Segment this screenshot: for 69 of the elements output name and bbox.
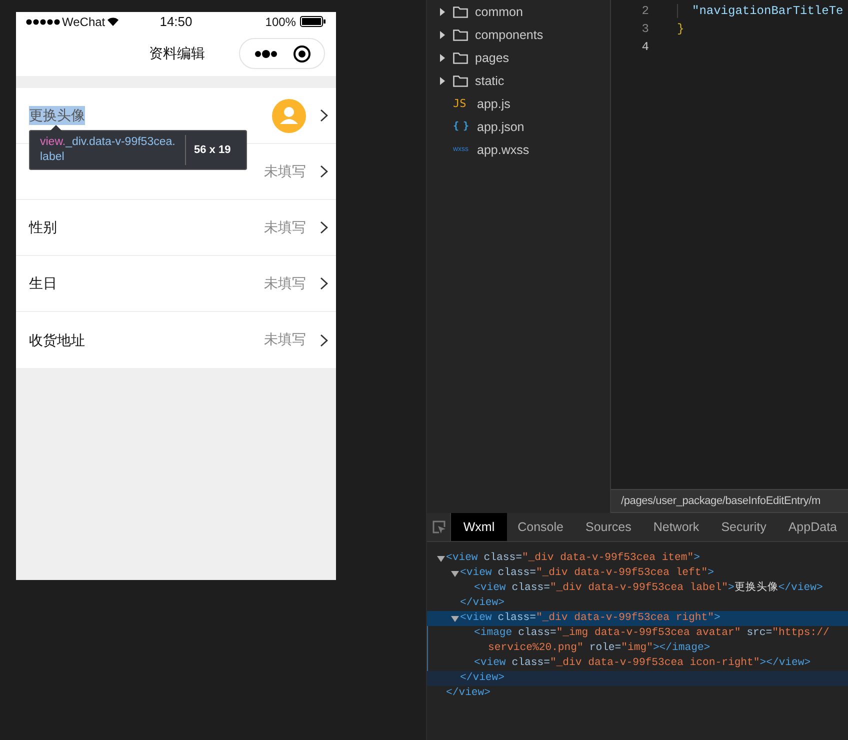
line-number: 4: [640, 40, 650, 54]
page-title: 资料编辑: [149, 44, 205, 62]
chevron-right-icon: [320, 165, 328, 178]
folder-icon: [453, 28, 468, 40]
row-value: 未填写: [264, 331, 306, 349]
row-label: 生日: [29, 274, 57, 293]
line-number: 3: [640, 22, 650, 36]
xml-node[interactable]: <view class="_div data-v-99f53cea icon-right"></view>: [427, 656, 848, 671]
xml-node[interactable]: <view class="_div data-v-99f53cea item">: [427, 551, 848, 566]
file-type-label: JS: [453, 97, 468, 110]
xml-node[interactable]: <image class="_img data-v-99f53cea avatar" src="https://: [427, 626, 848, 641]
xml-node[interactable]: service%20.png" role="img"></image>: [427, 641, 848, 656]
chevron-right-icon: [320, 221, 328, 234]
devtools-tab[interactable]: Wxml: [451, 513, 507, 541]
file-type-label: { }: [453, 121, 470, 132]
file-name[interactable]: app.js: [477, 96, 510, 110]
expand-arrow-icon: [440, 54, 445, 62]
devtools-tab[interactable]: Sources: [574, 513, 642, 541]
devtools-tab[interactable]: Security: [710, 513, 778, 541]
more-icon: [254, 50, 278, 58]
settings-row[interactable]: 生日 未填写: [16, 256, 336, 312]
row-label: 收货地址: [29, 330, 85, 350]
wifi-icon: [107, 17, 120, 26]
row-label: 更换头像: [29, 106, 85, 125]
folder-icon: [453, 52, 468, 64]
row-label: 性别: [29, 218, 57, 237]
file-name[interactable]: common: [475, 4, 523, 18]
row-value: 未填写: [264, 218, 306, 236]
file-name[interactable]: components: [475, 28, 544, 42]
element-selector: view._div.data-v-99f53cea.label: [40, 135, 186, 165]
devtools-tab[interactable]: Console: [506, 513, 574, 541]
file-name[interactable]: app.wxss: [477, 142, 530, 156]
settings-row[interactable]: 性别 未填写: [16, 200, 336, 256]
chevron-right-icon: [320, 109, 328, 122]
xml-node[interactable]: <view class="_div data-v-99f53cea left">: [427, 566, 848, 581]
status-time: 14:50: [160, 14, 192, 29]
avatar-icon: [272, 98, 306, 132]
inspect-icon: [432, 520, 446, 534]
devtools-tab[interactable]: AppData: [777, 513, 848, 541]
carrier-name: WeChat: [62, 14, 106, 28]
file-path: /pages/user_package/baseInfoEditEntry/m: [621, 495, 820, 507]
xml-node[interactable]: <view class="_div data-v-99f53cea right">: [427, 611, 848, 626]
folder-icon: [453, 6, 468, 18]
expand-arrow-icon: [440, 30, 445, 38]
capsule-button[interactable]: [239, 38, 325, 69]
devtools-tab[interactable]: Network: [642, 513, 710, 541]
element-size: 56 x 19: [194, 144, 231, 156]
settings-row[interactable]: 收货地址 未填写: [16, 312, 336, 368]
chevron-right-icon: [320, 277, 328, 290]
close-target-icon: [292, 44, 310, 62]
xml-close-tag[interactable]: </view>: [427, 596, 848, 611]
code-text: "navigationBarTitleTe: [677, 4, 844, 18]
signal-dots-icon: [26, 18, 60, 24]
line-number: 2: [640, 4, 650, 18]
xml-node[interactable]: <view class="_div data-v-99f53cea label">更换头像</view>: [427, 581, 848, 596]
expand-arrow-icon: [440, 8, 445, 16]
battery-icon: [300, 16, 326, 27]
chevron-right-icon: [320, 334, 328, 346]
file-name[interactable]: app.json: [477, 120, 524, 134]
expand-arrow-icon: [440, 76, 445, 84]
xml-close-tag[interactable]: </view>: [427, 686, 848, 701]
file-name[interactable]: static: [475, 74, 504, 88]
folder-icon: [453, 74, 468, 86]
file-name[interactable]: pages: [475, 50, 510, 64]
code-text: }: [677, 22, 684, 36]
battery-percent: 100%: [265, 14, 296, 28]
row-value: 未填写: [264, 274, 306, 292]
row-value: 未填写: [264, 162, 306, 180]
xml-close-tag[interactable]: </view>: [427, 671, 848, 686]
